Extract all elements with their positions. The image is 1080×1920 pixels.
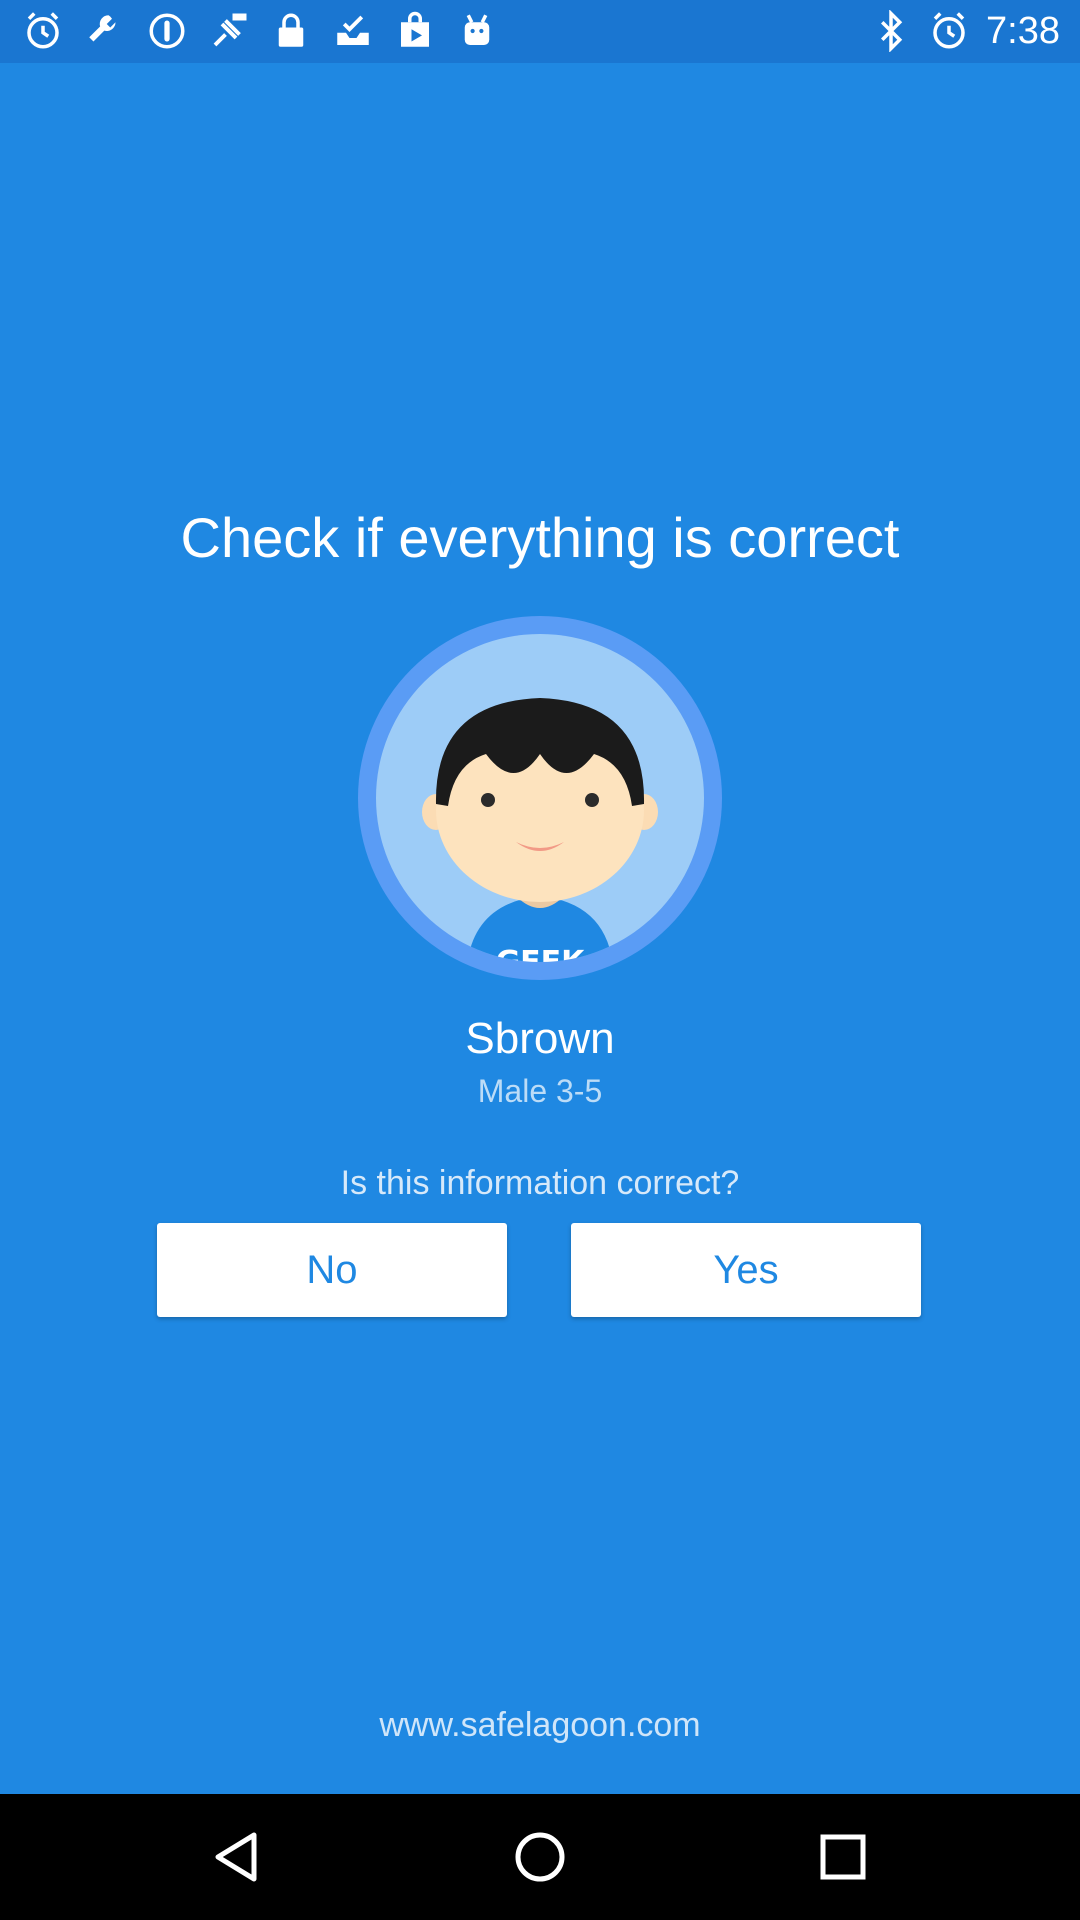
play-store-icon — [394, 10, 436, 52]
footer-url: www.safelagoon.com — [379, 1706, 701, 1744]
clock: 7:38 — [986, 10, 1060, 52]
back-icon[interactable] — [202, 1821, 274, 1893]
info-icon — [146, 10, 188, 52]
fake-gps-icon — [208, 10, 250, 52]
confirmation-question: Is this information correct? — [340, 1164, 740, 1202]
alarm-icon — [22, 10, 64, 52]
alarm-icon — [928, 10, 970, 52]
yes-button[interactable]: Yes — [571, 1223, 921, 1317]
profile-name: Sbrown — [465, 1014, 615, 1063]
notification-icons — [22, 10, 498, 52]
avatar: GEEK — [356, 614, 724, 982]
inbox-check-icon — [332, 10, 374, 52]
profile-details: Male 3-5 — [477, 1073, 603, 1109]
status-bar: 7:38 — [0, 0, 1080, 63]
no-button[interactable]: No — [157, 1223, 507, 1317]
home-icon[interactable] — [504, 1821, 576, 1893]
navigation-bar — [0, 1794, 1080, 1920]
page-title: Check if everything is correct — [180, 506, 900, 569]
lock-icon — [270, 10, 312, 52]
wrench-icon — [84, 10, 126, 52]
bluetooth-icon — [870, 9, 912, 53]
system-status: 7:38 — [870, 8, 1060, 54]
recent-apps-icon[interactable] — [807, 1821, 879, 1893]
confirm-profile-screen: Check if everything is correct GEEK — [0, 63, 1080, 1794]
android-icon — [456, 10, 498, 52]
